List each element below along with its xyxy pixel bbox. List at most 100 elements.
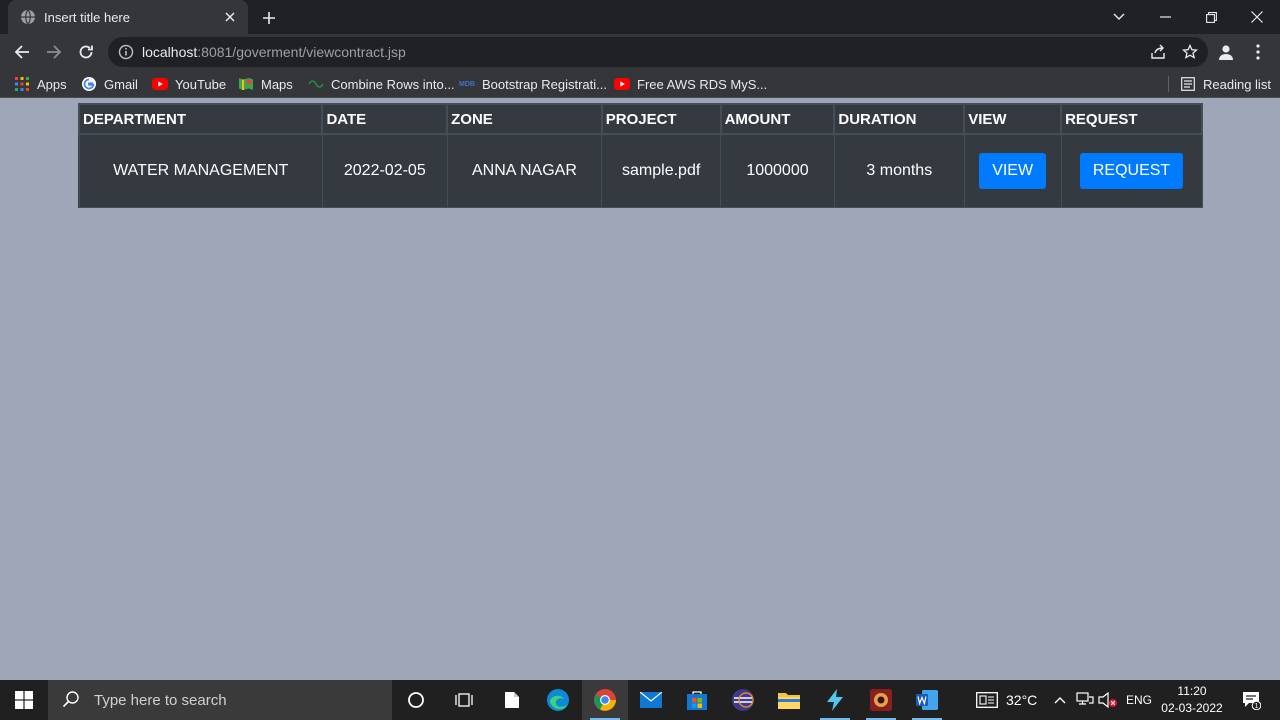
chrome-icon[interactable] — [582, 680, 628, 720]
youtube-icon — [614, 76, 630, 92]
bookmark-youtube[interactable]: YouTube — [152, 74, 226, 94]
temperature-text: 32°C — [1006, 692, 1038, 708]
cell-zone: ANNA NAGAR — [446, 133, 603, 208]
bookmark-label: Gmail — [104, 76, 138, 92]
url-text: localhost:8081/goverment/viewcontract.js… — [142, 44, 406, 60]
back-icon[interactable] — [8, 38, 36, 66]
weather-icon — [976, 692, 998, 708]
bookmarks-divider — [1168, 76, 1169, 92]
bookmark-label: Combine Rows into... — [331, 76, 455, 92]
bookmark-combine-rows[interactable]: Combine Rows into... — [308, 74, 455, 94]
bookmarks-bar: Apps Gmail YouTube Maps Combine Rows int… — [0, 70, 1280, 98]
profile-avatar-icon[interactable] — [1212, 38, 1240, 66]
google-icon — [81, 76, 97, 92]
store-icon[interactable] — [674, 680, 720, 720]
reading-list[interactable]: Reading list — [1180, 74, 1271, 94]
eclipse-icon[interactable] — [720, 680, 766, 720]
file-explorer-icon[interactable] — [766, 680, 812, 720]
cell-date: 2022-02-05 — [321, 133, 448, 208]
bookmark-label: YouTube — [175, 76, 227, 92]
tab-title: Insert title here — [44, 9, 130, 25]
windows-start-icon[interactable] — [0, 680, 48, 720]
url-path: :8081/goverment/viewcontract.jsp — [197, 44, 406, 60]
clock-time: 11:20 — [1177, 684, 1207, 698]
cell-amount: 1000000 — [720, 133, 835, 208]
column-header-duration: DURATION — [833, 103, 966, 135]
column-header-amount: AMOUNT — [719, 103, 836, 135]
column-header-request: REQUEST — [1060, 103, 1203, 135]
contracts-table: DEPARTMENT DATE ZONE PROJECT AMOUNT DURA… — [77, 103, 1203, 208]
browser-toolbar: localhost:8081/goverment/viewcontract.js… — [0, 34, 1280, 70]
request-button[interactable]: REQUEST — [1079, 152, 1184, 189]
bookmark-label: Apps — [37, 76, 67, 92]
cell-duration: 3 months — [833, 133, 965, 208]
table-row: WATER MANAGEMENT 2022-02-05 ANNA NAGAR s… — [78, 133, 1203, 208]
table-header-row: DEPARTMENT DATE ZONE PROJECT AMOUNT DURA… — [77, 103, 1203, 135]
cell-view: VIEW — [963, 133, 1062, 208]
youtube-icon — [152, 76, 168, 92]
globe-icon — [20, 9, 36, 25]
windows-taskbar: Type here to search 32°C ENG 11:20 02-03… — [0, 680, 1280, 720]
column-header-department: DEPARTMENT — [77, 103, 324, 135]
language-text: ENG — [1126, 693, 1153, 707]
apps-grid-icon — [14, 76, 30, 92]
close-tab-icon[interactable] — [222, 9, 238, 25]
cell-request: REQUEST — [1060, 133, 1203, 208]
column-header-project: PROJECT — [600, 103, 722, 135]
powerautomate-icon[interactable] — [812, 680, 858, 720]
bookmark-gmail[interactable]: Gmail — [81, 74, 138, 94]
share-icon[interactable] — [1148, 42, 1168, 62]
language-indicator[interactable]: ENG — [1126, 680, 1152, 720]
cell-project: sample.pdf — [601, 133, 722, 208]
column-header-view: VIEW — [963, 103, 1063, 135]
link-icon — [308, 76, 324, 92]
bookmark-label: Maps — [261, 76, 293, 92]
bookmark-aws-rds[interactable]: Free AWS RDS MyS... — [614, 74, 767, 94]
show-hidden-icons-chevron-icon[interactable] — [1054, 680, 1066, 720]
address-bar[interactable]: localhost:8081/goverment/viewcontract.js… — [108, 37, 1208, 67]
search-placeholder: Type here to search — [94, 691, 227, 709]
taskbar-clock[interactable]: 11:20 02-03-2022 — [1160, 683, 1224, 717]
cortana-icon[interactable] — [393, 680, 439, 720]
menu-kebab-icon[interactable] — [1246, 38, 1270, 66]
maps-icon — [238, 76, 254, 92]
weather-widget[interactable]: 32°C — [976, 680, 1037, 720]
cell-department: WATER MANAGEMENT — [78, 133, 323, 208]
bookmark-maps[interactable]: Maps — [238, 74, 293, 94]
minimize-icon[interactable] — [1142, 0, 1188, 34]
task-view-icon[interactable] — [441, 680, 487, 720]
file-icon[interactable] — [489, 680, 535, 720]
notification-count: 1 — [1255, 703, 1259, 710]
mdb-icon: MDB — [459, 80, 475, 88]
network-icon[interactable] — [1076, 680, 1094, 720]
edge-icon[interactable] — [535, 680, 581, 720]
game-app-icon[interactable] — [858, 680, 904, 720]
column-header-zone: ZONE — [446, 103, 603, 135]
tab-search-chevron-icon[interactable] — [1096, 0, 1142, 34]
site-info-icon[interactable] — [118, 44, 134, 60]
column-header-date: DATE — [321, 103, 449, 135]
notification-center-icon[interactable]: 1 — [1236, 680, 1266, 720]
mail-icon[interactable] — [628, 680, 674, 720]
close-window-icon[interactable] — [1234, 0, 1280, 34]
word-icon[interactable] — [904, 680, 950, 720]
reload-icon[interactable] — [72, 38, 100, 66]
tab-strip: Insert title here — [0, 0, 1280, 34]
bookmark-label: Bootstrap Registrati... — [482, 76, 607, 92]
bookmark-star-icon[interactable] — [1180, 42, 1200, 62]
browser-tab[interactable]: Insert title here — [8, 0, 248, 34]
view-button[interactable]: VIEW — [979, 152, 1047, 189]
bookmark-bootstrap[interactable]: MDB Bootstrap Registrati... — [459, 74, 607, 94]
bookmark-label: Free AWS RDS MyS... — [637, 76, 768, 92]
reading-list-icon — [1180, 76, 1196, 92]
forward-icon[interactable] — [40, 38, 68, 66]
new-tab-icon[interactable] — [258, 7, 280, 29]
volume-muted-icon[interactable] — [1098, 680, 1118, 720]
page-content: DEPARTMENT DATE ZONE PROJECT AMOUNT DURA… — [0, 98, 1280, 680]
bookmark-apps[interactable]: Apps — [14, 74, 67, 94]
restore-icon[interactable] — [1188, 0, 1234, 34]
clock-date: 02-03-2022 — [1161, 701, 1223, 715]
taskbar-search-box[interactable]: Type here to search — [48, 680, 392, 720]
reading-list-label: Reading list — [1203, 76, 1271, 92]
url-host: localhost — [142, 44, 198, 60]
